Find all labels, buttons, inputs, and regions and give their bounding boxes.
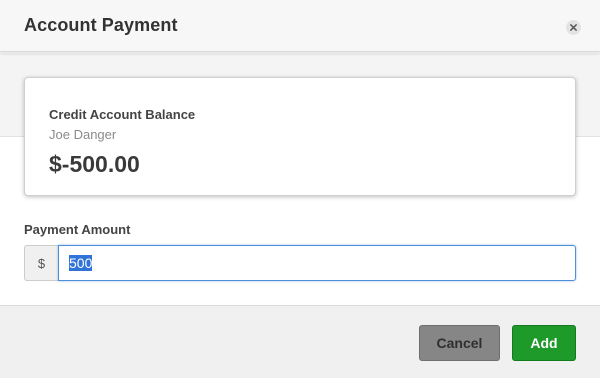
cancel-button[interactable]: Cancel <box>419 325 500 361</box>
balance-card: Credit Account Balance Joe Danger $-500.… <box>24 77 576 196</box>
payment-amount-input[interactable] <box>58 245 576 281</box>
add-button[interactable]: Add <box>512 325 576 361</box>
account-payment-dialog: Account Payment Credit Account Balance J… <box>0 0 600 378</box>
balance-card-title: Credit Account Balance <box>49 107 196 122</box>
dialog-header: Account Payment <box>0 0 600 52</box>
balance-amount: $-500.00 <box>49 151 140 177</box>
dialog-title: Account Payment <box>24 15 178 35</box>
dialog-footer: Cancel Add <box>0 305 600 378</box>
close-button[interactable] <box>566 20 581 35</box>
currency-addon: $ <box>24 245 58 281</box>
customer-name: Joe Danger <box>49 127 117 142</box>
close-icon <box>570 24 577 31</box>
payment-amount-label: Payment Amount <box>24 222 131 237</box>
payment-amount-group: $ <box>24 245 576 281</box>
